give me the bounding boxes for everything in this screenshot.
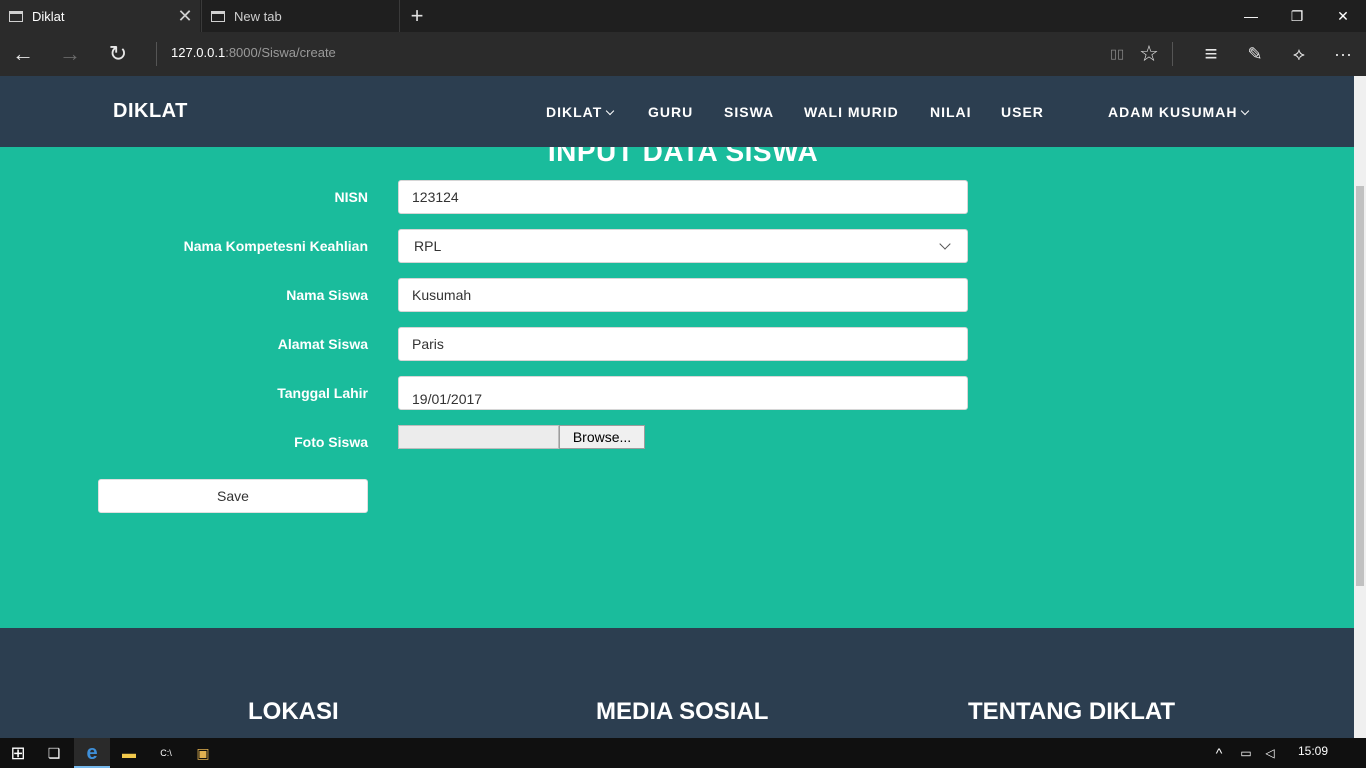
tanggal-lahir-input[interactable]: 19/01/2017 [398,376,968,410]
taskbar: ⊞ ❏ e ▬ C:\ ▣ ^ ▭ ◁ 15:09 [0,738,1366,768]
tab-new-tab[interactable]: New tab [201,0,400,32]
nav-siswa[interactable]: SISWA [724,104,774,120]
file-path-field[interactable] [398,425,559,449]
browse-button[interactable]: Browse... [559,425,645,449]
start-button-icon[interactable]: ⊞ [0,738,36,768]
footer-heading-tentang-diklat: TENTANG DIKLAT [968,698,1176,725]
nama-siswa-input[interactable]: Kusumah [398,278,968,312]
edge-browser-icon[interactable]: e [74,738,110,768]
volume-muted-icon[interactable]: ◁ [1258,738,1282,768]
nav-guru[interactable]: GURU [648,104,693,120]
tab-label: New tab [234,8,282,24]
app-icon[interactable]: ▣ [185,738,221,768]
site-navbar: DIKLAT DIKLAT GURU SISWA WALI MURID NILA… [0,76,1354,147]
tab-diklat[interactable]: Diklat ✕ [0,0,200,32]
close-tab-icon[interactable]: ✕ [170,6,200,27]
chevron-down-icon [939,238,951,250]
chevron-down-icon [606,106,615,116]
command-prompt-icon[interactable]: C:\ [148,738,184,768]
brand-logo[interactable]: DIKLAT [113,100,188,123]
forward-button[interactable]: → [55,39,85,69]
url-path: :8000/Siswa/create [225,45,336,60]
save-button[interactable]: Save [98,479,368,513]
user-menu[interactable]: ADAM KUSUMAH [1108,104,1250,120]
reading-view-icon[interactable]: ▯▯ [1102,39,1132,69]
nav-user[interactable]: USER [1001,104,1044,120]
label-foto-siswa: Foto Siswa [294,434,368,450]
label-kompetensi: Nama Kompetesni Keahlian [183,238,368,254]
scrollbar-thumb[interactable] [1356,186,1364,586]
nav-diklat[interactable]: DIKLAT [546,104,615,120]
label-alamat-siswa: Alamat Siswa [277,336,368,352]
url-host: 127.0.0.1 [171,45,226,60]
task-view-icon[interactable]: ❏ [36,738,72,768]
share-icon[interactable]: ⟡ [1284,39,1314,69]
footer-heading-lokasi: LOKASI [248,698,339,725]
nisn-input[interactable]: 123124 [398,180,968,214]
minimize-button[interactable]: — [1228,0,1274,32]
close-window-button[interactable]: ✕ [1320,0,1366,32]
address-toolbar: ← → ↻ 127.0.0.1:8000/Siswa/create ▯▯ ☆ ≡… [0,32,1366,76]
footer-heading-media-sosial: MEDIA SOSIAL [596,698,769,725]
page-icon [9,10,23,22]
more-icon[interactable]: ··· [1328,39,1358,69]
favorite-star-icon[interactable]: ☆ [1134,39,1164,69]
browser-tabbar: Diklat ✕ New tab + — ❐ ✕ [0,0,1366,32]
file-explorer-icon[interactable]: ▬ [111,738,147,768]
system-clock[interactable]: 15:09 [1298,744,1328,758]
toolbar-divider [156,42,157,66]
chevron-down-icon [1241,106,1250,116]
page-viewport: INPUT DATA SISWA DIKLAT DIKLAT GURU SISW… [0,76,1354,738]
label-nisn: NISN [334,189,368,205]
label-nama-siswa: Nama Siswa [286,287,368,303]
nav-wali-murid[interactable]: WALI MURID [804,104,899,120]
page-scrollbar[interactable] [1354,76,1366,738]
restore-button[interactable]: ❐ [1274,0,1320,32]
kompetensi-select[interactable]: RPL [398,229,968,263]
nav-nilai[interactable]: NILAI [930,104,972,120]
label-tanggal-lahir: Tanggal Lahir [277,385,368,401]
web-note-icon[interactable]: ✎ [1240,39,1270,69]
show-hidden-icons-icon[interactable]: ^ [1204,738,1234,768]
back-button[interactable]: ← [8,39,38,69]
alamat-siswa-input[interactable]: Paris [398,327,968,361]
kompetensi-value: RPL [414,238,442,254]
new-tab-button[interactable]: + [405,3,429,29]
page-icon [211,10,225,22]
refresh-button[interactable]: ↻ [103,39,133,69]
hub-icon[interactable]: ≡ [1196,39,1226,69]
tab-label: Diklat [32,8,65,24]
network-icon[interactable]: ▭ [1234,738,1258,768]
address-field[interactable]: 127.0.0.1:8000/Siswa/create [171,45,336,60]
site-footer: LOKASI MEDIA SOSIAL TENTANG DIKLAT [0,628,1354,738]
toolbar-divider [1172,42,1173,66]
